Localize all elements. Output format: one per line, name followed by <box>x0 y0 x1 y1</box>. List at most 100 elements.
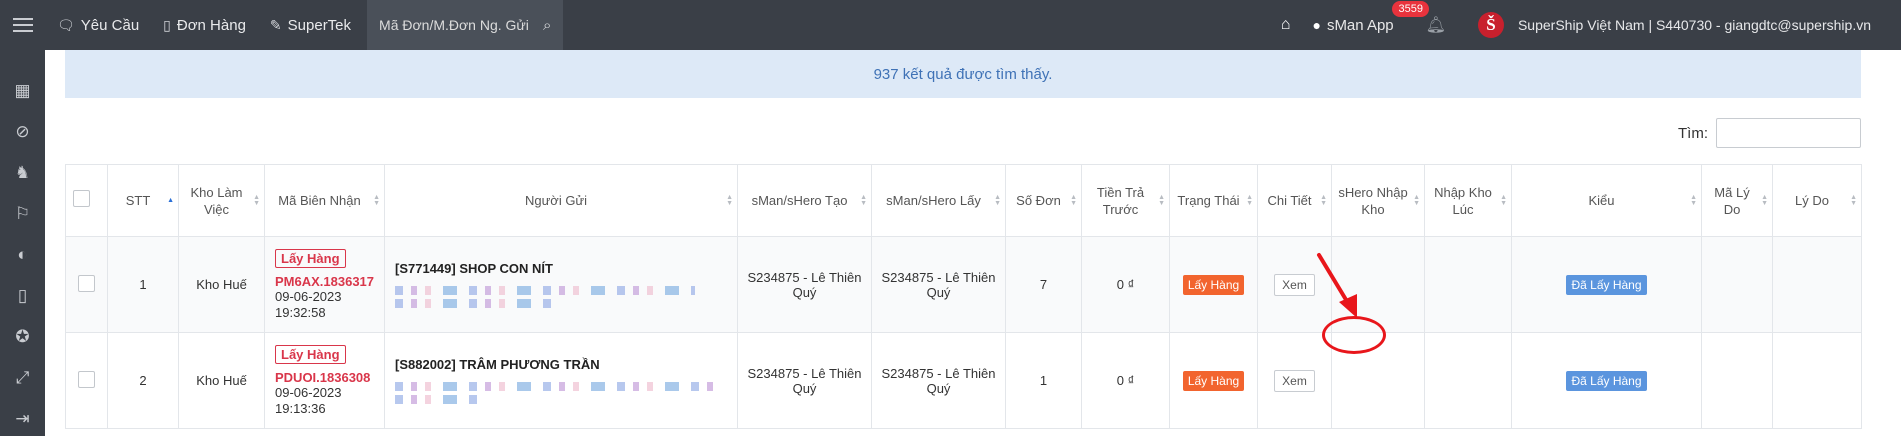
column-header-ma-bien-nhan[interactable]: Mã Biên Nhận ▲ ▼ <box>264 164 385 237</box>
column-header-sman-lay[interactable]: sMan/sHero Lấy ▲ ▼ <box>871 164 1006 237</box>
sman-app-link[interactable]: ● sMan App 3559 🔔︎ <box>1312 1 1446 35</box>
receipt-time: 19:32:58 <box>275 304 326 320</box>
results-summary: 937 kết quả được tìm thấy. <box>65 50 1861 98</box>
cell-warehouse: Kho Huế <box>178 332 265 429</box>
sort-icon: ▲ ▼ <box>1413 193 1420 207</box>
sort-icon: ▲ ▼ <box>1320 193 1327 207</box>
chess-knight-icon[interactable]: ♞ <box>0 152 45 193</box>
cell-status: Lấy Hàng <box>1169 236 1258 333</box>
palette-icon[interactable]: ◐ <box>0 234 45 275</box>
column-header-chi-tiet[interactable]: Chi Tiết ▲ ▼ <box>1257 164 1332 237</box>
cell-order-count: 1 <box>1005 332 1082 429</box>
sort-icon: ▲ ▼ <box>726 193 733 207</box>
pickup-table: STT ▲ Kho Làm Việc ▲ ▼ Mã Biên Nhận ▲ ▼ Người… <box>65 164 1862 429</box>
nav-item-yeu-cau[interactable]: 🗨 Yêu Cầu <box>45 0 151 50</box>
nav-item-label: SuperTek <box>287 16 352 34</box>
cell-receipt: Lấy Hàng PM6AX.1836317 09-06-2023 19:32:… <box>264 236 385 333</box>
book-icon: ▯ <box>163 16 171 33</box>
topbar-right: ⌂ ● sMan App 3559 🔔︎ Š SuperShip Việt Na… <box>1273 0 1901 50</box>
cell-created-by: S234875 - Lê Thiên Quý <box>737 332 872 429</box>
chat-icon: 🗨 <box>57 16 75 33</box>
annotation-arrow <box>1317 253 1357 318</box>
menu-toggle-icon[interactable] <box>0 0 45 50</box>
nav-item-supertek[interactable]: ✎ SuperTek <box>258 0 363 50</box>
row-select <box>65 332 108 429</box>
grid-icon[interactable]: ▦ <box>0 70 45 111</box>
column-header-trang-thai[interactable]: Trạng Thái ▲ ▼ <box>1169 164 1258 237</box>
sort-icon: ▲ ▼ <box>1761 193 1768 207</box>
sign-in-icon[interactable]: ⇥ <box>0 398 45 436</box>
sender-name: [S771449] SHOP CON NÍT <box>395 261 553 276</box>
sort-icon: ▲ ▼ <box>1690 193 1697 207</box>
order-search-input[interactable] <box>379 17 530 33</box>
account-menu[interactable]: SuperShip Việt Nam | S440730 - giangdtc@… <box>1518 17 1871 33</box>
column-header-kho[interactable]: Kho Làm Việc ▲ ▼ <box>178 164 265 237</box>
column-header-shero-nhap-kho[interactable]: sHero Nhập Kho ▲ ▼ <box>1331 164 1425 237</box>
receipt-date: 09-06-2023 <box>275 384 342 400</box>
sidebar: ▦ ⊘ ♞ ⚐ ◐ ▯ ✪ ⤢ ⇥ <box>0 50 45 436</box>
column-header-ly-do[interactable]: Lý Do ▲ ▼ <box>1772 164 1862 237</box>
android-icon: ● <box>1312 17 1321 33</box>
nav-item-don-hang[interactable]: ▯ Đơn Hàng <box>151 0 258 50</box>
cell-prepaid: 0 ₫ <box>1081 236 1170 333</box>
home-icon[interactable]: ⌂ <box>1273 16 1299 34</box>
column-header-nhap-kho-luc[interactable]: Nhập Kho Lúc ▲ ▼ <box>1424 164 1512 237</box>
cell-order-count: 7 <box>1005 236 1082 333</box>
expand-icon[interactable]: ⤢ <box>0 357 45 398</box>
type-badge: Đã Lấy Hàng <box>1566 370 1647 391</box>
table-search-input[interactable] <box>1716 118 1861 148</box>
cell-type: Đã Lấy Hàng <box>1511 236 1702 333</box>
column-header-sman-tao[interactable]: sMan/sHero Tạo ▲ ▼ <box>737 164 872 237</box>
row-checkbox[interactable] <box>78 370 95 388</box>
column-header-ma-ly-do[interactable]: Mã Lý Do ▲ ▼ <box>1701 164 1773 237</box>
book-icon[interactable]: ▯ <box>0 275 45 316</box>
flag-icon[interactable]: ⚐ <box>0 193 45 234</box>
type-badge: Đã Lấy Hàng <box>1566 274 1647 295</box>
status-badge: Lấy Hàng <box>1182 274 1245 295</box>
cell-import-time <box>1424 236 1512 333</box>
table-row: 1 Kho Huế Lấy Hàng PM6AX.1836317 09-06-2… <box>65 236 1862 333</box>
redacted-phone <box>395 299 555 308</box>
sort-icon: ▲ ▼ <box>373 193 380 207</box>
column-header-so-don[interactable]: Số Đơn ▲ ▼ <box>1005 164 1082 237</box>
column-header-stt[interactable]: STT ▲ <box>107 164 179 237</box>
main-content: 937 kết quả được tìm thấy. Tìm: STT ▲ Kho… <box>45 50 1901 436</box>
select-all-checkbox[interactable] <box>73 190 90 207</box>
cell-detail: Xem <box>1257 332 1332 429</box>
cell-stt: 2 <box>107 332 179 429</box>
nav-item-label: Yêu Cầu <box>80 16 140 34</box>
cell-reason <box>1772 332 1862 429</box>
sort-icon: ▲ ▼ <box>994 193 1001 207</box>
tracking-code-link[interactable]: PDUOI.1836308 <box>275 370 384 385</box>
column-header-tien-tra-truoc[interactable]: Tiền Trả Trước ▲ ▼ <box>1081 164 1170 237</box>
order-search-box: ⌕ <box>367 0 564 50</box>
cell-sender: [S882002] TRÂM PHƯƠNG TRẦN <box>384 332 738 429</box>
redacted-phone <box>395 395 480 404</box>
tracking-code-link[interactable]: PM6AX.1836317 <box>275 274 384 289</box>
column-header-kieu[interactable]: Kiểu ▲ ▼ <box>1511 164 1702 237</box>
table-search-label: Tìm: <box>1678 124 1708 142</box>
cell-type: Đã Lấy Hàng <box>1511 332 1702 429</box>
select-all-header <box>65 164 108 237</box>
cell-sender: [S771449] SHOP CON NÍT <box>384 236 738 333</box>
receipt-date: 09-06-2023 <box>275 288 342 304</box>
table-row: 2 Kho Huế Lấy Hàng PDUOI.1836308 09-06-2… <box>65 332 1862 429</box>
sort-icon: ▲ ▼ <box>1246 193 1253 207</box>
row-checkbox[interactable] <box>78 274 95 292</box>
column-header-nguoi-gui[interactable]: Người Gửi ▲ ▼ <box>384 164 738 237</box>
search-icon[interactable]: ⌕ <box>543 17 551 34</box>
cell-receipt: Lấy Hàng PDUOI.1836308 09-06-2023 19:13:… <box>264 332 385 429</box>
cell-import-time <box>1424 332 1512 429</box>
compass-icon[interactable]: ⊘ <box>0 111 45 152</box>
cell-status: Lấy Hàng <box>1169 332 1258 429</box>
redacted-address <box>395 382 715 391</box>
view-detail-button[interactable]: Xem <box>1274 369 1315 392</box>
lightbulb-icon[interactable]: ✪ <box>0 316 45 357</box>
cell-warehouse: Kho Huế <box>178 236 265 333</box>
cell-picked-by: S234875 - Lê Thiên Quý <box>871 236 1006 333</box>
row-select <box>65 236 108 333</box>
brand-logo: Š <box>1477 12 1504 38</box>
cell-stt: 1 <box>107 236 179 333</box>
bell-icon[interactable]: 🔔︎ <box>1426 15 1446 35</box>
edit-icon: ✎ <box>269 16 282 33</box>
